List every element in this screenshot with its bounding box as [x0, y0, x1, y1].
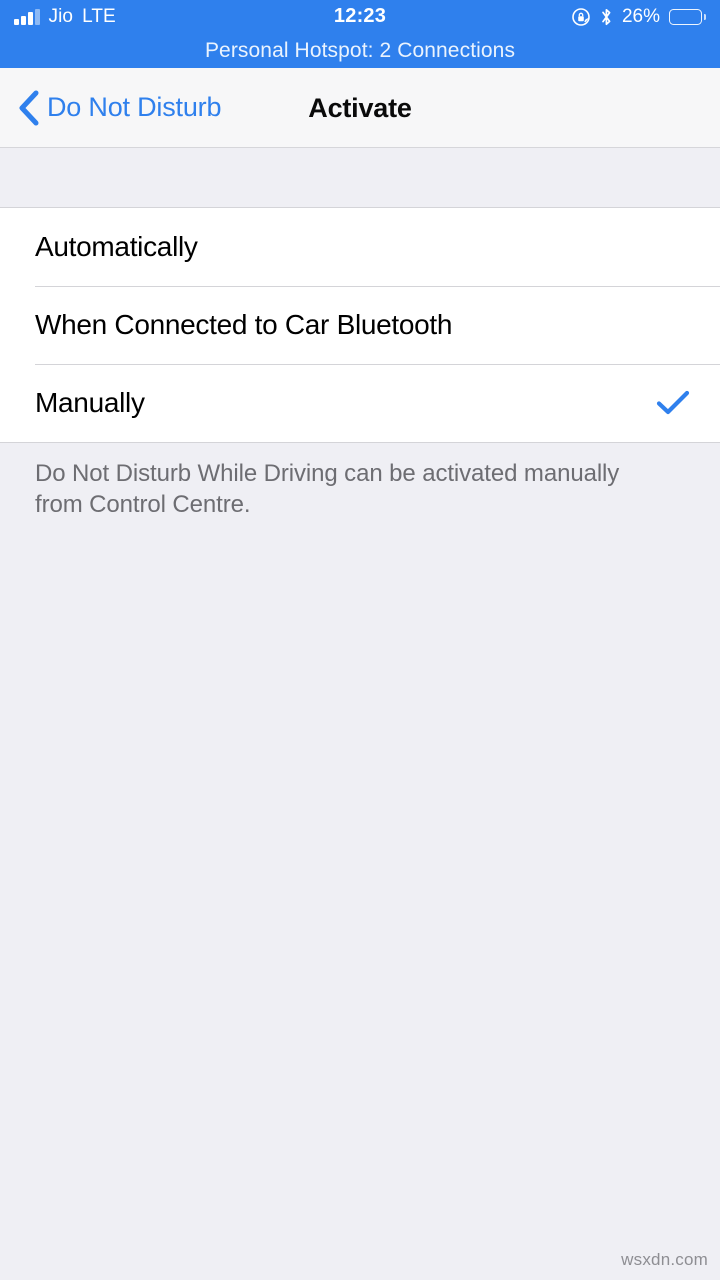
main-content: Automatically When Connected to Car Blue… [0, 148, 720, 521]
activate-options-group: Automatically When Connected to Car Blue… [0, 207, 720, 443]
back-button[interactable]: Do Not Disturb [0, 89, 221, 127]
option-label: Automatically [35, 231, 198, 262]
personal-hotspot-label: Personal Hotspot: 2 Connections [204, 38, 516, 62]
network-type: LTE [82, 5, 116, 27]
back-button-label: Do Not Disturb [47, 92, 222, 122]
status-bar-right-group: 26% [571, 0, 706, 33]
checkmark-icon [656, 389, 690, 417]
bluetooth-icon [600, 7, 613, 27]
status-bar-left-group: Jio LTE [14, 6, 116, 28]
navigation-bar: Do Not Disturb Activate [0, 68, 720, 148]
watermark-label: wsxdn.com [621, 1250, 708, 1269]
personal-hotspot-banner[interactable]: Personal Hotspot: 2 Connections [0, 33, 720, 68]
option-row-manually[interactable]: Manually [0, 364, 720, 442]
chevron-left-icon [18, 89, 40, 127]
option-row-car-bluetooth[interactable]: When Connected to Car Bluetooth [0, 286, 720, 364]
carrier-name: Jio [48, 5, 74, 27]
option-label: Manually [35, 387, 145, 418]
option-label: When Connected to Car Bluetooth [35, 309, 453, 340]
signal-bars-icon [14, 8, 40, 25]
battery-icon [669, 8, 706, 25]
section-top-spacer [0, 148, 720, 207]
status-bar: Jio LTE 12:23 26% Personal Hotspot: 2 Co… [0, 0, 720, 68]
status-bar-top-row: Jio LTE 12:23 26% [0, 0, 720, 33]
battery-percent-label: 26% [621, 5, 660, 27]
option-row-automatically[interactable]: Automatically [0, 208, 720, 286]
clock-time: 12:23 [333, 5, 387, 27]
section-footer-note: Do Not Disturb While Driving can be acti… [35, 460, 620, 518]
rotation-lock-icon [571, 7, 591, 27]
